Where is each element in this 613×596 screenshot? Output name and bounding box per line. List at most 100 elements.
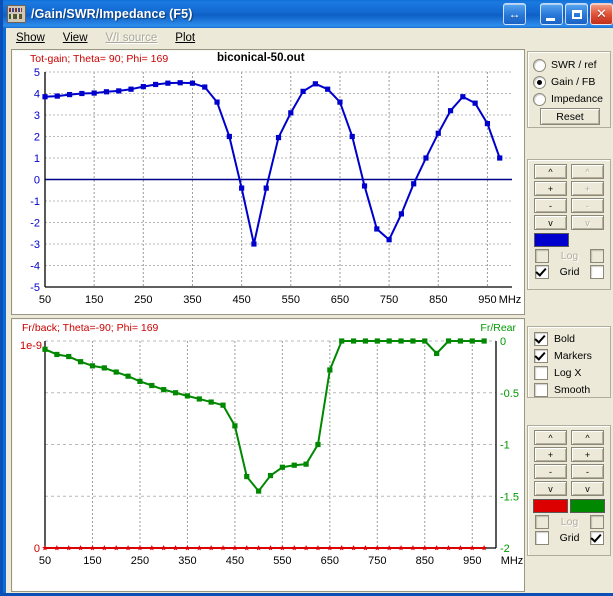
frback-scale-controls: ^ + - v ^ + - v [527, 425, 611, 556]
frback-grid-right-checkbox[interactable] [590, 531, 604, 545]
close-icon: ✕ [596, 8, 607, 21]
svg-text:MHz: MHz [501, 555, 524, 567]
svg-text:650: 650 [331, 294, 349, 306]
svg-text:2: 2 [34, 132, 40, 144]
svg-text:-4: -4 [30, 261, 40, 273]
svg-text:150: 150 [83, 555, 101, 567]
resize-button[interactable]: ↔ [503, 3, 526, 25]
gain-left-down-button[interactable]: v [534, 215, 567, 230]
gain-chart-panel[interactable]: -5-4-3-2-1012345501502503504505506507508… [11, 49, 525, 315]
frback-left-up-button[interactable]: ^ [534, 430, 567, 445]
svg-text:3: 3 [34, 110, 40, 122]
radio-gain-fb-dot [533, 76, 546, 89]
radio-impedance-label: Impedance [551, 93, 603, 105]
menu-item-plot[interactable]: Plot [167, 30, 203, 46]
bold-label: Bold [554, 333, 575, 345]
frback-grid-row: Grid [528, 529, 610, 545]
svg-text:5: 5 [34, 67, 40, 79]
svg-text:1: 1 [34, 153, 40, 165]
radio-swr-ref[interactable]: SWR / ref [533, 57, 610, 73]
option-smooth[interactable]: Smooth [534, 382, 610, 398]
gain-left-color-swatch[interactable] [534, 233, 569, 247]
svg-text:0: 0 [34, 543, 40, 555]
svg-text:850: 850 [416, 555, 434, 567]
option-markers[interactable]: Markers [534, 348, 610, 364]
svg-text:-1.5: -1.5 [500, 491, 519, 503]
svg-text:350: 350 [183, 294, 201, 306]
gain-scale-controls: ^ + - v ^ + - v [527, 159, 611, 290]
frback-log-left-checkbox [535, 515, 549, 529]
radio-gain-fb-label: Gain / FB [551, 76, 595, 88]
menu-show-label: Show [16, 32, 45, 44]
frback-left-plus-button[interactable]: + [534, 447, 567, 462]
gain-log-right-checkbox [590, 249, 604, 263]
frback-left-color-swatch[interactable] [533, 499, 568, 513]
gain-left-up-button[interactable]: ^ [534, 164, 567, 179]
svg-text:-3: -3 [30, 239, 40, 251]
gain-grid-right-checkbox[interactable] [590, 265, 604, 279]
svg-text:-0.5: -0.5 [500, 388, 519, 400]
svg-text:750: 750 [368, 555, 386, 567]
frback-right-up-button[interactable]: ^ [571, 430, 604, 445]
frback-left-minus-button[interactable]: - [534, 464, 567, 479]
svg-text:50: 50 [39, 555, 51, 567]
svg-text:1e-9: 1e-9 [20, 340, 42, 352]
menu-item-show[interactable]: Show [8, 30, 53, 46]
smooth-label: Smooth [554, 384, 590, 396]
radio-swr-ref-dot [533, 59, 546, 72]
frback-right-arrow-column: ^ + - v [571, 430, 604, 496]
svg-text:-5: -5 [30, 282, 40, 294]
frback-left-down-button[interactable]: v [534, 481, 567, 496]
maximize-button[interactable] [565, 3, 588, 25]
reset-button[interactable]: Reset [540, 108, 600, 125]
gain-grid-left-checkbox[interactable] [535, 265, 549, 279]
svg-text:250: 250 [134, 294, 152, 306]
gain-log-left-checkbox [535, 249, 549, 263]
minimize-button[interactable] [540, 3, 563, 25]
frback-chart-svg: 1e-900-0.5-1-1.5-25015025035045055065075… [12, 319, 524, 591]
gain-grid-label: Grid [560, 266, 580, 278]
svg-text:650: 650 [321, 555, 339, 567]
svg-text:750: 750 [380, 294, 398, 306]
option-bold[interactable]: Bold [534, 331, 610, 347]
resize-icon: ↔ [509, 8, 521, 20]
svg-text:MHz: MHz [499, 294, 522, 306]
svg-text:450: 450 [232, 294, 250, 306]
menu-bar: Show View V/I source Plot [6, 28, 613, 49]
gain-log-label: Log [561, 250, 579, 262]
frback-grid-left-checkbox[interactable] [535, 531, 549, 545]
markers-checkbox[interactable] [534, 349, 548, 363]
minimize-icon [546, 18, 555, 21]
frback-log-right-checkbox [590, 515, 604, 529]
gain-log-row: Log [528, 247, 610, 263]
bold-checkbox[interactable] [534, 332, 548, 346]
logx-checkbox[interactable] [534, 366, 548, 380]
close-button[interactable]: ✕ [590, 3, 613, 25]
gain-chart-svg: -5-4-3-2-1012345501502503504505506507508… [12, 50, 524, 314]
gain-left-minus-button[interactable]: - [534, 198, 567, 213]
frback-right-minus-button[interactable]: - [571, 464, 604, 479]
frback-right-plus-button[interactable]: + [571, 447, 604, 462]
client-area: -5-4-3-2-1012345501502503504505506507508… [6, 48, 613, 593]
svg-text:0: 0 [34, 175, 40, 187]
svg-text:950: 950 [463, 555, 481, 567]
frback-right-color-swatch[interactable] [570, 499, 605, 513]
option-logx[interactable]: Log X [534, 365, 610, 381]
menu-view-label: View [63, 32, 88, 44]
smooth-checkbox[interactable] [534, 383, 548, 397]
menu-vi-source-label: V/I source [106, 32, 158, 44]
mode-radio-group: SWR / ref Gain / FB Impedance Reset [527, 51, 611, 128]
svg-text:150: 150 [85, 294, 103, 306]
gain-arrow-columns: ^ + - v ^ + - v [528, 164, 610, 230]
gain-right-arrow-column: ^ + - v [571, 164, 604, 230]
svg-text:550: 550 [282, 294, 300, 306]
frback-right-down-button[interactable]: v [571, 481, 604, 496]
markers-label: Markers [554, 350, 592, 362]
radio-gain-fb[interactable]: Gain / FB [533, 74, 610, 90]
gain-left-plus-button[interactable]: + [534, 181, 567, 196]
svg-text:-2: -2 [500, 543, 510, 555]
logx-label: Log X [554, 367, 581, 379]
radio-impedance[interactable]: Impedance [533, 91, 610, 107]
menu-item-view[interactable]: View [55, 30, 96, 46]
frback-chart-panel[interactable]: 1e-900-0.5-1-1.5-25015025035045055065075… [11, 318, 525, 592]
